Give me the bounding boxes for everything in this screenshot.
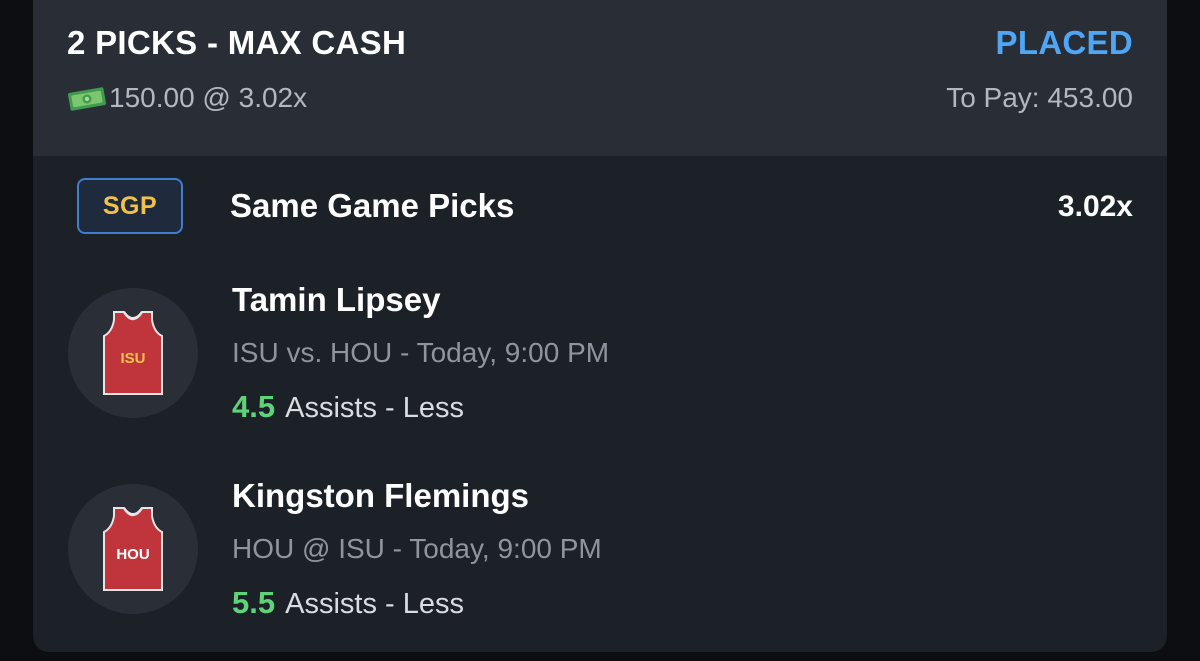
- player-name: Tamin Lipsey: [232, 281, 441, 318]
- line-value: 5.5: [232, 585, 276, 620]
- line-value: 4.5: [232, 389, 276, 424]
- jersey-icon: ISU: [103, 311, 163, 395]
- entry-header: 2 PICKS - MAX CASH PLACED 150.00 @ 3.02x…: [33, 0, 1167, 156]
- stake-row: 150.00 @ 3.02x: [67, 82, 307, 114]
- jersey-icon: HOU: [103, 507, 163, 591]
- stake-text: 150.00 @ 3.02x: [109, 82, 308, 113]
- player-avatar: HOU: [68, 484, 198, 614]
- game-matchup: ISU vs. HOU: [232, 337, 393, 368]
- game-time: - Today, 9:00 PM: [392, 533, 602, 564]
- jersey-text: ISU: [120, 350, 145, 367]
- jersey-text: HOU: [116, 546, 149, 563]
- player-avatar: ISU: [68, 288, 198, 418]
- pick-row[interactable]: HOU Kingston Flemings HOU @ ISU - Today,…: [33, 466, 1167, 646]
- pick-line: 4.5 Assists - Less: [232, 389, 464, 425]
- sgp-badge: SGP: [77, 178, 183, 234]
- player-name: Kingston Flemings: [232, 477, 529, 514]
- to-pay-amount: To Pay: 453.00: [946, 82, 1133, 113]
- game-matchup: HOU @ ISU: [232, 533, 385, 564]
- game-info: ISU vs. HOU - Today, 9:00 PM: [232, 337, 609, 369]
- sgp-label: Same Game Picks: [230, 187, 515, 224]
- status-badge: PLACED: [995, 24, 1133, 61]
- pick-row[interactable]: ISU Tamin Lipsey ISU vs. HOU - Today, 9:…: [33, 270, 1167, 450]
- entry-card[interactable]: 2 PICKS - MAX CASH PLACED 150.00 @ 3.02x…: [33, 0, 1167, 652]
- line-stat: Assists - Less: [285, 392, 464, 424]
- game-time: - Today, 9:00 PM: [400, 337, 610, 368]
- line-stat: Assists - Less: [285, 588, 464, 620]
- pick-line: 5.5 Assists - Less: [232, 585, 464, 621]
- game-info: HOU @ ISU - Today, 9:00 PM: [232, 533, 602, 565]
- entry-title: 2 PICKS - MAX CASH: [67, 24, 407, 61]
- sgp-multiplier: 3.02x: [1057, 190, 1133, 223]
- money-bill-icon: [68, 87, 106, 111]
